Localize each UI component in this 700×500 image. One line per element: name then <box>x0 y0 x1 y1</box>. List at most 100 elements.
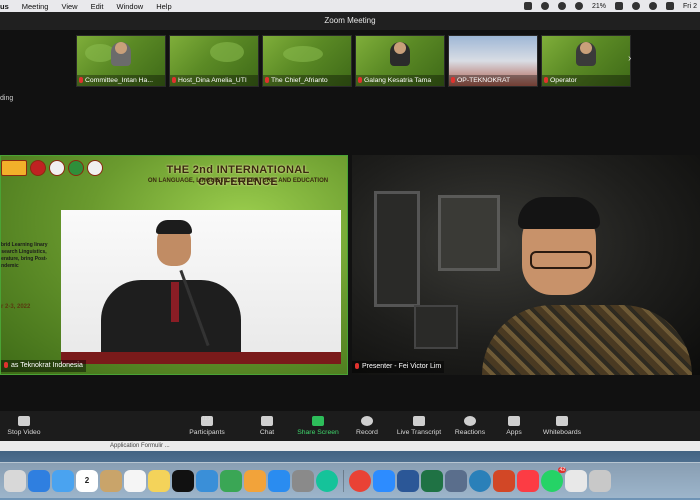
screen-status-icon[interactable] <box>574 2 583 10</box>
menu-view[interactable]: View <box>61 2 77 11</box>
dock: 2 42 <box>0 462 700 498</box>
logo-icon <box>30 160 46 176</box>
chat-button[interactable]: Chat <box>256 416 278 436</box>
wall-picture <box>414 305 458 349</box>
mic-muted-icon <box>172 77 176 83</box>
participant-name: Galang Kesatria Tama <box>364 77 432 84</box>
logo-icon <box>87 160 103 176</box>
participant-tile[interactable]: Committee_Intan Ha... <box>76 35 166 87</box>
wall-picture <box>374 191 420 307</box>
excel-icon[interactable] <box>421 469 443 492</box>
participant-tile[interactable]: Operator <box>541 35 631 87</box>
menu-bar: us Meeting View Edit Window Help 21% Fri… <box>0 0 700 12</box>
trash-icon[interactable] <box>589 469 611 492</box>
preview-icon[interactable] <box>445 469 467 492</box>
share-screen-button[interactable]: Share Screen <box>295 416 341 436</box>
sponsor-logos <box>1 160 103 176</box>
wall-picture <box>438 195 500 271</box>
background-document-text: Application Formulir ... <box>110 443 170 449</box>
whatsapp-icon[interactable]: 42 <box>541 466 566 492</box>
grammarly-status-icon[interactable] <box>540 2 549 10</box>
mic-muted-icon <box>451 77 455 83</box>
menu-meeting[interactable]: Meeting <box>22 2 49 11</box>
participant-name: The Chief_Afrianto <box>271 77 328 84</box>
apps-button[interactable]: Apps <box>504 416 524 436</box>
launchpad-icon[interactable] <box>4 469 26 492</box>
next-page-chevron-icon[interactable]: › <box>628 53 631 64</box>
safari-icon[interactable] <box>469 469 491 492</box>
mic-muted-icon <box>265 77 269 83</box>
battery-icon[interactable] <box>615 2 623 10</box>
mic-muted-icon <box>358 77 362 83</box>
reactions-button[interactable]: Reactions <box>453 416 487 436</box>
slide-side-text: hybrid Learning linary Research Linguist… <box>0 242 48 269</box>
contacts-icon[interactable] <box>100 469 122 492</box>
grammarly-icon[interactable] <box>316 469 338 492</box>
menu-edit[interactable]: Edit <box>91 2 104 11</box>
menu-window[interactable]: Window <box>117 2 144 11</box>
reactions-icon <box>464 416 476 426</box>
video-camera-icon <box>18 416 30 426</box>
sync-status-icon[interactable] <box>557 2 566 10</box>
participant-strip: Committee_Intan Ha... Host_Dina Amelia_U… <box>76 35 631 87</box>
meeting-stage: Committee_Intan Ha... Host_Dina Amelia_U… <box>0 31 700 411</box>
notification-badge: 42 <box>558 466 566 473</box>
logo-icon <box>49 160 65 176</box>
video-name-label: as Teknokrat Indonesia <box>11 362 83 369</box>
battery-percent: 21% <box>591 2 606 10</box>
app-store-icon[interactable] <box>268 469 290 492</box>
mic-muted-icon <box>544 77 548 83</box>
participant-tile[interactable]: Galang Kesatria Tama <box>355 35 445 87</box>
finder-icon[interactable] <box>28 469 50 492</box>
chat-bubble-icon <box>261 416 273 426</box>
numbers-icon[interactable] <box>220 469 242 492</box>
reminders-icon[interactable] <box>124 469 146 492</box>
presenter-video[interactable]: Presenter - Fei Victor Lim <box>352 155 700 375</box>
window-title: Zoom Meeting <box>0 12 700 31</box>
background-document: Application Formulir ... <box>0 441 700 451</box>
zoom-status-icon[interactable] <box>523 2 532 10</box>
meeting-controls: Stop Video 183 Participants Chat Share S… <box>0 411 700 441</box>
record-button[interactable]: Record <box>354 416 380 436</box>
cc-icon <box>413 416 425 426</box>
notes-icon[interactable] <box>148 469 170 492</box>
stop-video-button[interactable]: Stop Video <box>6 416 42 436</box>
participant-tile[interactable]: The Chief_Afrianto <box>262 35 352 87</box>
live-transcript-button[interactable]: Live Transcript <box>394 416 444 436</box>
participant-tile[interactable]: OP-TEKNOKRAT <box>448 35 538 87</box>
slide-title: THE 2nd INTERNATIONAL CONFERENCE <box>166 164 310 188</box>
participants-button[interactable]: 183 Participants <box>186 416 228 436</box>
share-screen-icon <box>312 416 324 426</box>
word-icon[interactable] <box>397 469 419 492</box>
menu-help[interactable]: Help <box>156 2 171 11</box>
active-speaker-video[interactable]: THE 2nd INTERNATIONAL CONFERENCE ON LANG… <box>0 155 348 375</box>
mic-muted-icon <box>355 363 359 369</box>
system-preferences-icon[interactable] <box>292 469 314 492</box>
video-name-label: Presenter - Fei Victor Lim <box>362 363 442 370</box>
search-icon[interactable] <box>649 2 657 10</box>
menu-app-name[interactable]: us <box>0 2 9 11</box>
keynote-icon[interactable] <box>196 469 218 492</box>
mail-icon[interactable] <box>52 469 74 492</box>
music-icon[interactable] <box>517 469 539 492</box>
calendar-icon[interactable]: 2 <box>76 469 98 492</box>
whiteboard-icon <box>556 416 568 426</box>
wifi-icon[interactable] <box>632 2 640 10</box>
menu-clock[interactable]: Fri 2 <box>683 3 697 10</box>
whiteboards-button[interactable]: Whiteboards <box>540 416 584 436</box>
speaker-video <box>61 210 341 364</box>
control-center-icon[interactable] <box>666 2 674 10</box>
zoom-icon[interactable] <box>373 469 395 492</box>
participant-name: Host_Dina Amelia_UTI <box>178 77 247 84</box>
apple-tv-icon[interactable] <box>172 469 194 492</box>
participant-name: Operator <box>550 77 577 84</box>
logo-icon <box>68 160 84 176</box>
zotero-icon[interactable] <box>565 469 587 492</box>
participant-tile[interactable]: Host_Dina Amelia_UTI <box>169 35 259 87</box>
logo-icon <box>1 160 27 176</box>
mic-muted-icon <box>79 77 83 83</box>
powerpoint-icon[interactable] <box>493 469 515 492</box>
chrome-icon[interactable] <box>349 469 371 492</box>
pages-icon[interactable] <box>244 469 266 492</box>
slide-subtitle: ON LANGUAGE, LINGUISTICS, LITERATURE, AN… <box>147 178 329 184</box>
